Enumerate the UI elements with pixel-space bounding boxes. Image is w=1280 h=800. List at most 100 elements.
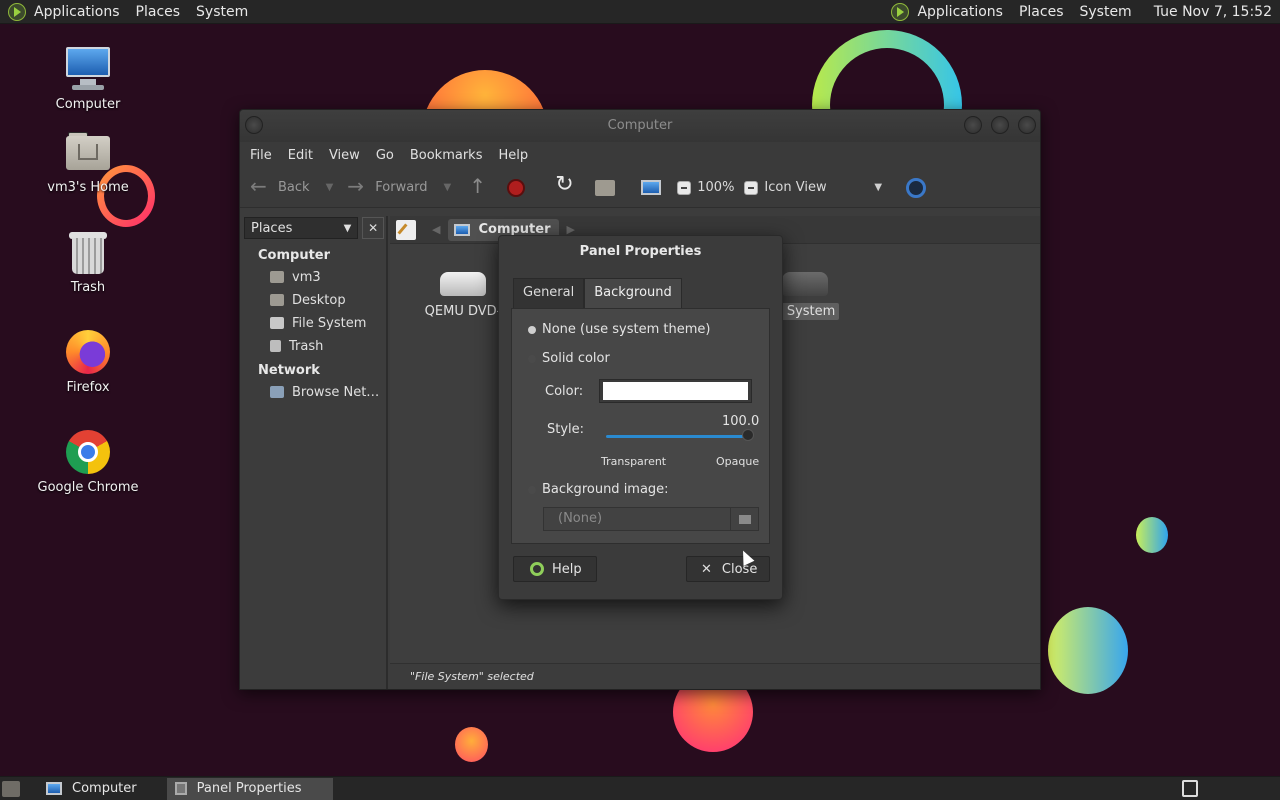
computer-button[interactable] [641,180,667,195]
menu-go[interactable]: Go [368,148,402,163]
sidebar-section-computer: Computer [258,248,331,263]
desktop-icon-firefox[interactable]: Firefox [28,328,148,395]
style-slider-track[interactable] [606,435,749,438]
menu-places-right[interactable]: Places [1011,0,1072,24]
panel-properties-dialog: Panel Properties General Background None… [498,235,783,600]
style-slider-handle[interactable] [742,429,754,441]
help-button[interactable]: Help [513,556,597,582]
menu-applications[interactable]: Applications [26,0,128,24]
image-file-value: (None) [543,507,731,531]
minimize-button[interactable] [964,116,982,134]
status-bar: "File System" selected [390,663,1040,689]
back-history-dropdown[interactable]: ▼ [326,182,334,193]
window-titlebar[interactable]: Computer [240,110,1040,142]
style-slider-value: 100.0 [722,414,760,429]
desktop-icon-computer[interactable]: Computer [28,45,148,112]
close-button[interactable]: ✕ Close [686,556,770,582]
close-sidebar-button[interactable]: ✕ [362,217,384,239]
radio-indicator [528,325,536,334]
forward-history-dropdown[interactable]: ▼ [444,182,452,193]
drive-icon [270,317,284,329]
tab-general[interactable]: General [513,278,585,308]
workspace-switcher-icon[interactable] [1182,780,1198,797]
color-swatch [603,382,748,400]
menu-view[interactable]: View [321,148,368,163]
dialog-tabs: General Background [513,278,682,308]
sidebar-item-desktop[interactable]: Desktop [242,286,386,309]
home-button[interactable] [595,179,621,196]
zoom-level[interactable]: 100% [697,180,734,195]
menu-system[interactable]: System [188,0,256,24]
help-icon [530,562,544,576]
home-folder-icon [64,128,112,176]
sidebar-item-vm3[interactable]: vm3 [242,263,386,286]
firefox-icon [64,328,112,376]
background-orb [455,727,488,762]
sidebar-item-browse-network[interactable]: Browse Net… [242,378,386,401]
dialog-title: Panel Properties [579,244,702,259]
background-tab-page: None (use system theme) Solid color Colo… [511,308,770,544]
computer-icon [46,782,62,795]
computer-icon [64,45,112,93]
desktop-folder-icon [270,294,284,306]
up-button[interactable] [465,174,493,199]
style-label: Style: [547,422,585,437]
home-folder-icon [270,271,284,283]
task-computer[interactable]: Computer [38,778,145,800]
file-item-dvd[interactable]: QEMU DVD- [420,272,506,319]
menu-places[interactable]: Places [128,0,189,24]
panel-properties-icon [174,782,187,795]
menu-applications-right[interactable]: Applications [909,0,1011,24]
taskbar: Computer Panel Properties [0,776,1280,800]
desktop-icon-home[interactable]: vm3's Home [28,128,148,195]
radio-none[interactable]: None (use system theme) [528,322,710,337]
computer-icon [641,180,662,195]
radio-indicator [528,354,536,363]
sidebar-item-file-system[interactable]: File System [242,309,386,332]
slider-min-label: Transparent [601,455,667,468]
menu-help[interactable]: Help [490,148,536,163]
window-title: Computer [607,118,673,133]
task-panel-properties[interactable]: Panel Properties [166,777,333,800]
clock[interactable]: Tue Nov 7, 15:52 [1140,4,1280,20]
menu-bookmarks[interactable]: Bookmarks [402,148,491,163]
radio-solid-color[interactable]: Solid color [528,351,610,366]
distro-logo-icon [8,2,26,21]
sidebar-item-trash[interactable]: Trash [242,332,386,355]
radio-background-image[interactable]: Background image: [528,482,669,497]
image-file-chooser[interactable]: (None) [543,507,759,531]
tab-background[interactable]: Background [584,278,682,308]
background-orb [1048,607,1128,694]
stop-button[interactable] [507,178,531,197]
zoom-in-button[interactable] [744,180,759,195]
menu-file[interactable]: File [242,148,280,163]
view-mode-select[interactable]: Icon View [764,180,874,195]
maximize-button[interactable] [991,116,1009,134]
menu-edit[interactable]: Edit [280,148,321,163]
sidebar-pane-select[interactable]: Places ▼ [244,217,359,239]
sidebar: Places ▼ ✕ Computer vm3 Desktop File Sys… [242,216,388,689]
search-icon[interactable] [906,177,927,198]
chevron-down-icon[interactable]: ▼ [874,182,882,193]
home-folder-icon [595,179,616,196]
arrow-right-icon [347,174,369,199]
computer-icon [454,223,471,236]
chevron-left-icon[interactable]: ◀ [432,223,440,236]
close-window-button[interactable] [1018,116,1036,134]
desktop-icon-chrome[interactable]: Google Chrome [28,428,148,495]
arrow-left-icon [250,174,272,199]
trash-icon [64,228,112,276]
zoom-out-button[interactable] [677,180,692,195]
network-icon [270,386,284,398]
menu-system-right[interactable]: System [1071,0,1139,24]
folder-icon[interactable] [731,507,759,531]
desktop-icon-trash[interactable]: Trash [28,228,148,295]
show-desktop-icon[interactable] [2,780,20,797]
edit-location-icon[interactable] [396,219,416,240]
toolbar: Back ▼ Forward ▼ 100% Icon View ▼ [240,168,1040,208]
color-picker-button[interactable] [599,379,752,403]
arrow-up-icon [465,174,487,199]
back-button[interactable]: Back [250,174,310,199]
forward-button[interactable]: Forward [347,174,427,199]
reload-button[interactable] [553,172,581,199]
